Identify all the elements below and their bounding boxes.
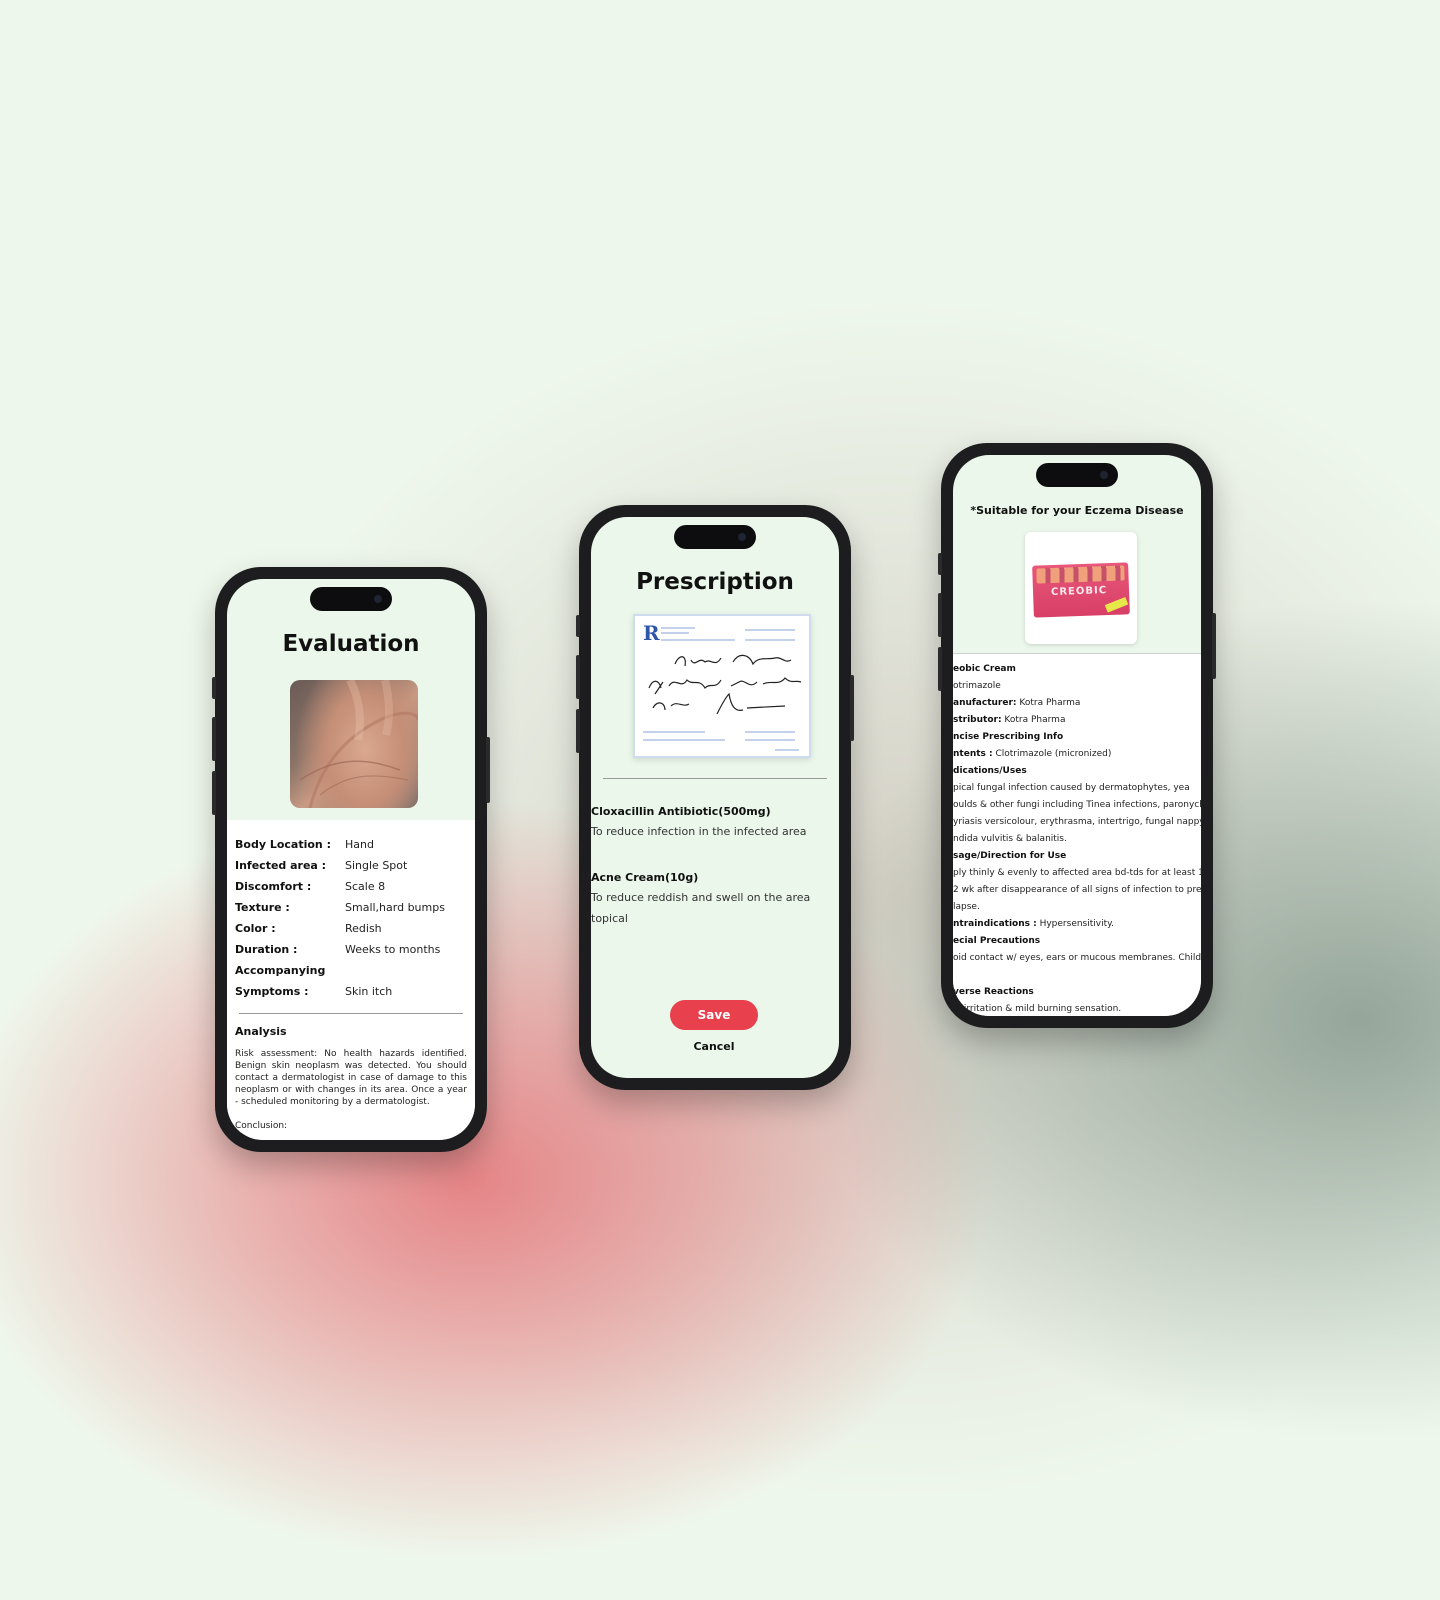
- svg-text:R: R: [643, 621, 660, 645]
- info-line: ncise Prescribing Info: [953, 732, 1064, 742]
- side-button: [212, 677, 216, 699]
- skin-photo: [290, 680, 418, 808]
- volume-down-button: [576, 709, 580, 753]
- field-label: Discomfort :: [235, 880, 312, 893]
- product-brand: CREOBIC: [1050, 585, 1108, 599]
- power-button: [486, 737, 490, 803]
- field-label: Duration :: [235, 943, 298, 956]
- volume-up-button: [576, 655, 580, 699]
- medication-purpose: To reduce reddish and swell on the area: [591, 891, 811, 904]
- evaluation-screen: Evaluation Body Location : Hand Infected…: [227, 579, 475, 1140]
- field-label: Accompanying: [235, 964, 326, 977]
- product-label-strip: [1036, 565, 1125, 584]
- section-divider: [603, 778, 827, 779]
- cancel-button[interactable]: Cancel: [670, 1040, 758, 1053]
- field-value: Small,hard bumps: [345, 901, 445, 914]
- info-line: ndida vulvitis & balanitis.: [953, 834, 1067, 844]
- info-line: ecial Precautions: [953, 936, 1041, 946]
- power-button: [850, 675, 854, 741]
- power-button: [1212, 613, 1216, 679]
- volume-down-button: [938, 647, 942, 691]
- medication-name: Cloxacillin Antibiotic(500mg): [591, 805, 771, 818]
- info-line: eobic Cream: [953, 664, 1016, 674]
- info-line: pical fungal infection caused by dermato…: [953, 783, 1190, 793]
- analysis-heading: Analysis: [235, 1025, 287, 1038]
- info-line: oulds & other fungi including Tinea infe…: [953, 800, 1201, 810]
- field-value: Weeks to months: [345, 943, 441, 956]
- evaluation-details: Body Location : Hand Infected area : Sin…: [227, 820, 475, 1140]
- info-line: oid contact w/ eyes, ears or mucous memb…: [953, 953, 1201, 963]
- phone-prescription: Prescription R Cloxacillin Antibiotic(50…: [576, 505, 854, 1090]
- section-divider: [239, 1013, 463, 1014]
- info-line: verse Reactions: [953, 987, 1034, 997]
- info-line: ntents : Clotrimazole (micronized): [953, 749, 1112, 759]
- field-label: Body Location :: [235, 838, 331, 851]
- dynamic-island: [1036, 463, 1118, 487]
- medication-name: Acne Cream(10g): [591, 871, 699, 884]
- info-line: stributor: Kotra Pharma: [953, 715, 1066, 725]
- dynamic-island: [310, 587, 392, 611]
- field-value: Hand: [345, 838, 374, 851]
- info-line: al irritation & mild burning sensation.: [953, 1004, 1122, 1014]
- info-line: ply thinly & evenly to affected area bd-…: [953, 868, 1201, 878]
- product-image: CREOBIC: [1025, 532, 1137, 644]
- medication-usage: topical: [591, 912, 628, 925]
- page-title: Prescription: [636, 569, 794, 595]
- recommendation-header: *Suitable for your Eczema Disease: [970, 504, 1184, 517]
- field-label: Symptoms :: [235, 985, 309, 998]
- prescription-image: R: [633, 614, 811, 758]
- field-value: Redish: [345, 922, 382, 935]
- info-line: anufacturer: Kotra Pharma: [953, 698, 1081, 708]
- product-box: CREOBIC: [1032, 562, 1130, 618]
- product-sticker: [1104, 596, 1129, 613]
- field-value: Single Spot: [345, 859, 408, 872]
- page-title: Evaluation: [282, 631, 420, 657]
- volume-up-button: [212, 717, 216, 761]
- info-line: dications/Uses: [953, 766, 1027, 776]
- field-value: Scale 8: [345, 880, 386, 893]
- volume-down-button: [212, 771, 216, 815]
- info-line: otrimazole: [953, 681, 1001, 691]
- phone-product-info: *Suitable for your Eczema Disease CREOBI…: [938, 443, 1216, 1028]
- info-line: yriasis versicolour, erythrasma, intertr…: [953, 817, 1201, 827]
- product-details: eobic Cream otrimazole anufacturer: Kotr…: [953, 653, 1201, 1016]
- prescription-screen: Prescription R Cloxacillin Antibiotic(50…: [591, 517, 839, 1078]
- phone-evaluation: Evaluation Body Location : Hand Infected…: [212, 567, 490, 1152]
- field-label: Color :: [235, 922, 276, 935]
- info-line: ntraindications : Hypersensitivity.: [953, 919, 1115, 929]
- field-label: Texture :: [235, 901, 290, 914]
- analysis-text: Risk assessment: No health hazards ident…: [235, 1049, 467, 1107]
- info-line: sage/Direction for Use: [953, 851, 1067, 861]
- info-line: lapse.: [953, 902, 980, 912]
- volume-up-button: [938, 593, 942, 637]
- info-line: 2 wk after disappearance of all signs of…: [953, 885, 1201, 895]
- product-screen: *Suitable for your Eczema Disease CREOBI…: [953, 455, 1201, 1016]
- dynamic-island: [674, 525, 756, 549]
- side-button: [938, 553, 942, 575]
- medication-purpose: To reduce infection in the infected area: [591, 825, 807, 838]
- conclusion-label: Conclusion:: [235, 1121, 288, 1131]
- save-button[interactable]: Save: [670, 1000, 758, 1030]
- field-label: Infected area :: [235, 859, 327, 872]
- field-value: Skin itch: [345, 985, 393, 998]
- side-button: [576, 615, 580, 637]
